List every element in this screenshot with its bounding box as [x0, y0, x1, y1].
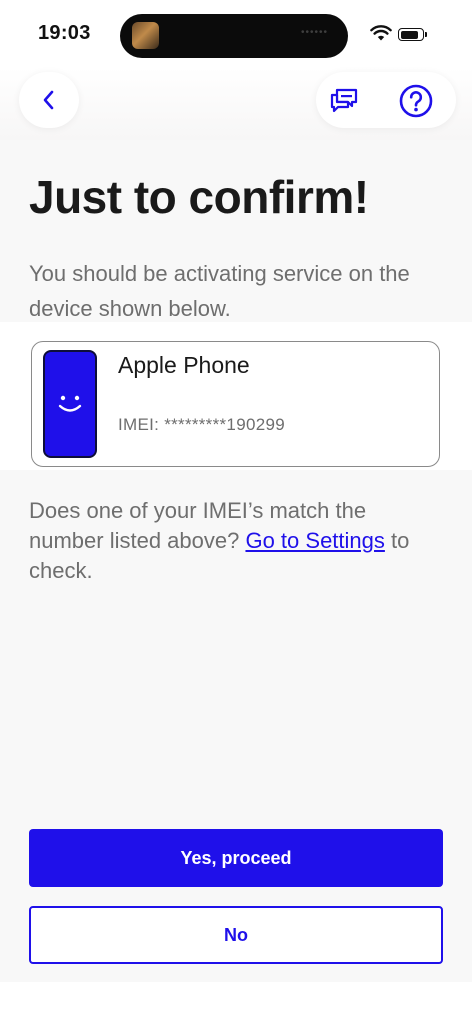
page-title: Just to confirm!	[29, 171, 369, 223]
help-circle-icon	[399, 84, 433, 118]
home-indicator-area	[0, 982, 472, 1024]
back-button[interactable]	[19, 72, 79, 128]
page-subtitle: You should be activating service on the …	[29, 261, 410, 321]
chat-button[interactable]	[328, 84, 360, 116]
device-card: Apple Phone IMEI: *********190299	[31, 341, 440, 467]
proceed-button[interactable]: Yes, proceed	[29, 829, 443, 887]
device-name: Apple Phone	[118, 352, 250, 378]
chevron-left-icon	[43, 90, 54, 110]
nav-actions	[316, 72, 456, 128]
dynamic-island[interactable]: ••••••	[120, 14, 348, 58]
chat-bubbles-icon	[330, 88, 358, 113]
status-bar: 19:03 ••••••	[0, 0, 472, 68]
status-time: 19:03	[38, 22, 91, 44]
help-button[interactable]	[399, 84, 433, 118]
no-button[interactable]: No	[29, 906, 443, 964]
now-playing-thumbnail	[132, 22, 159, 49]
wifi-icon	[370, 25, 392, 41]
top-nav	[0, 68, 472, 140]
settings-link[interactable]: Go to Settings	[245, 528, 384, 553]
phone-icon	[43, 350, 97, 458]
battery-icon	[398, 28, 427, 41]
device-imei: IMEI: *********190299	[118, 415, 285, 434]
island-indicator: ••••••	[300, 27, 328, 38]
smile-face-icon	[58, 395, 82, 412]
imei-check-note: Does one of your IMEI’s match the number…	[29, 496, 439, 586]
